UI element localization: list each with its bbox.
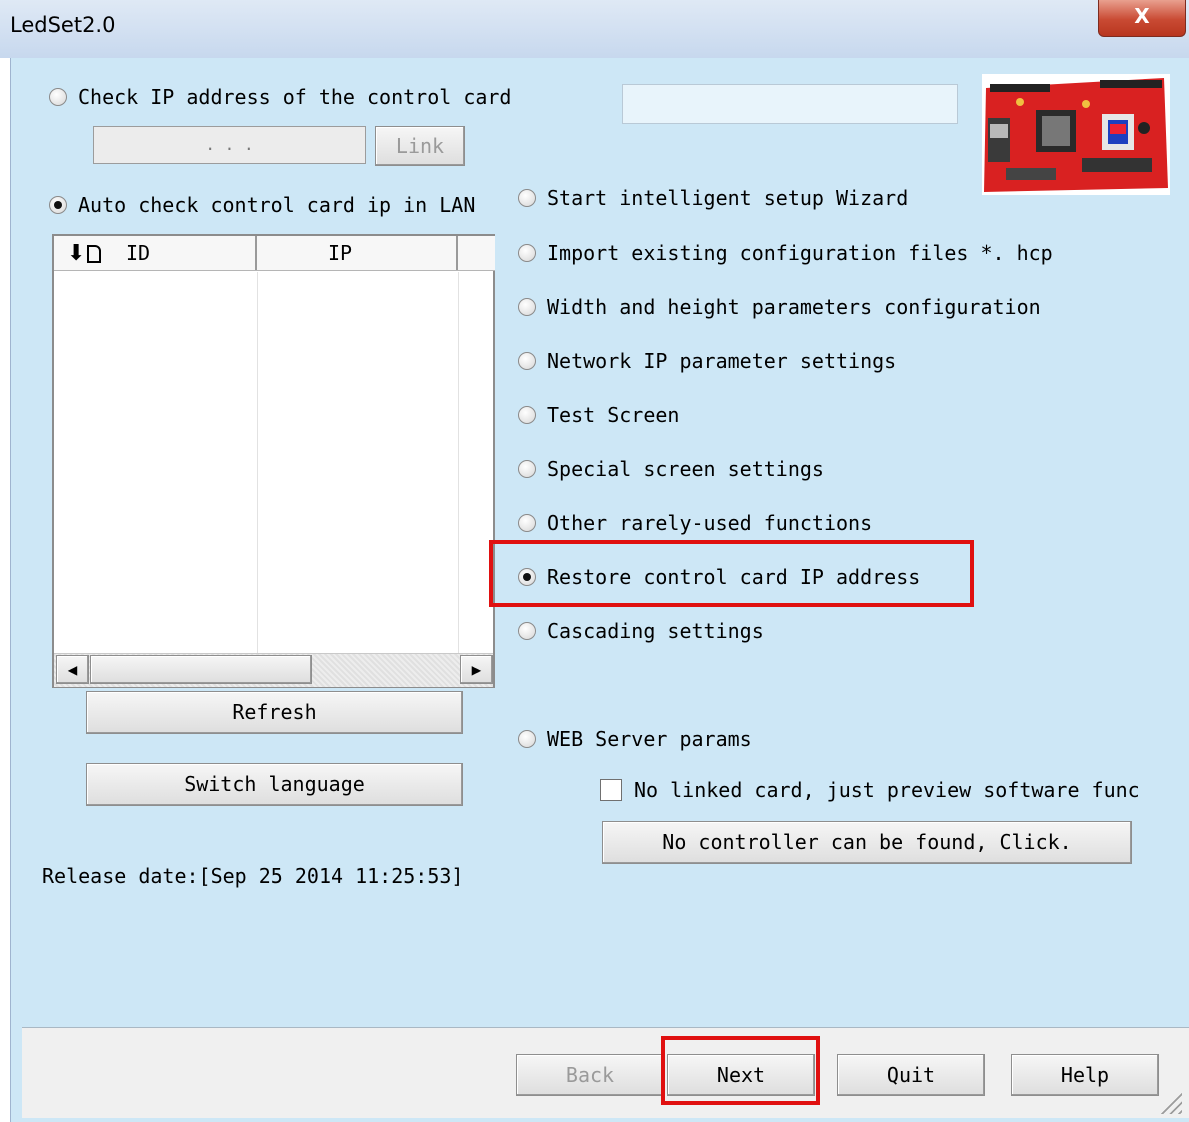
option-label: Cascading settings: [547, 619, 764, 643]
option-label: Special screen settings: [547, 457, 824, 481]
column-divider[interactable]: [456, 236, 458, 270]
option-radio[interactable]: [518, 244, 536, 262]
table-row[interactable]: [56, 376, 491, 403]
option-radio[interactable]: [518, 514, 536, 532]
window-title: LedSet2.0: [10, 13, 116, 37]
preview-checkbox-label: No linked card, just preview software fu…: [634, 778, 1140, 802]
table-row[interactable]: [56, 454, 491, 481]
list-header: [54, 236, 495, 271]
ip-address-field[interactable]: . . .: [93, 126, 366, 164]
table-row[interactable]: [56, 506, 491, 533]
status-field: [622, 84, 958, 124]
help-button[interactable]: Help: [1011, 1054, 1159, 1096]
sort-down-icon[interactable]: ⬇: [67, 241, 85, 266]
option-radio[interactable]: [518, 189, 536, 207]
card-list[interactable]: ⬇ ID IP ◀ ▶: [52, 234, 495, 688]
option-label: Start intelligent setup Wizard: [547, 186, 909, 210]
quit-button[interactable]: Quit: [837, 1054, 985, 1096]
selection-highlight: [489, 540, 974, 607]
option-label: Network IP parameter settings: [547, 349, 897, 373]
auto-check-label: Auto check control card ip in LAN: [78, 193, 476, 217]
title-bar: [0, 0, 1189, 59]
table-row[interactable]: [56, 558, 491, 585]
option-label: WEB Server params: [547, 727, 752, 751]
table-row[interactable]: [56, 532, 491, 559]
option-label: Import existing configuration files *. h…: [547, 241, 1053, 265]
refresh-button[interactable]: Refresh: [86, 691, 463, 734]
window-left-edge: [0, 58, 10, 1122]
column-divider[interactable]: [255, 236, 257, 270]
link-button[interactable]: Link: [375, 126, 465, 166]
auto-check-radio[interactable]: [49, 196, 67, 214]
release-date: Release date:[Sep 25 2014 11:25:53]: [42, 864, 464, 888]
document-icon: [87, 245, 101, 263]
option-radio[interactable]: [518, 298, 536, 316]
preview-checkbox[interactable]: [600, 779, 622, 801]
back-button[interactable]: Back: [516, 1054, 664, 1096]
no-controller-button[interactable]: No controller can be found, Click.: [602, 821, 1132, 864]
close-button[interactable]: X: [1098, 0, 1186, 37]
option-radio[interactable]: [518, 622, 536, 640]
table-row[interactable]: [56, 480, 491, 507]
option-label: Test Screen: [547, 403, 680, 427]
switch-language-button[interactable]: Switch language: [86, 763, 463, 806]
option-radio[interactable]: [518, 460, 536, 478]
check-ip-label: Check IP address of the control card: [78, 85, 512, 109]
scroll-thumb[interactable]: [90, 655, 312, 684]
table-row[interactable]: [56, 610, 491, 637]
check-ip-radio[interactable]: [49, 88, 67, 106]
control-card-image: [982, 74, 1170, 195]
scroll-left-icon[interactable]: ◀: [56, 655, 89, 684]
table-row[interactable]: [56, 402, 491, 429]
option-radio[interactable]: [518, 352, 536, 370]
table-row[interactable]: [56, 428, 491, 455]
table-row[interactable]: [56, 298, 491, 325]
scroll-right-icon[interactable]: ▶: [460, 655, 493, 684]
option-radio[interactable]: [518, 730, 536, 748]
option-radio[interactable]: [518, 406, 536, 424]
table-row[interactable]: [56, 272, 491, 299]
column-ip[interactable]: IP: [328, 241, 352, 265]
table-row[interactable]: [56, 324, 491, 351]
table-row[interactable]: [56, 584, 491, 611]
next-highlight: [661, 1036, 820, 1105]
option-label: Width and height parameters configuratio…: [547, 295, 1041, 319]
table-row[interactable]: [56, 350, 491, 377]
option-label: Other rarely-used functions: [547, 511, 873, 535]
column-id[interactable]: ID: [126, 241, 150, 265]
